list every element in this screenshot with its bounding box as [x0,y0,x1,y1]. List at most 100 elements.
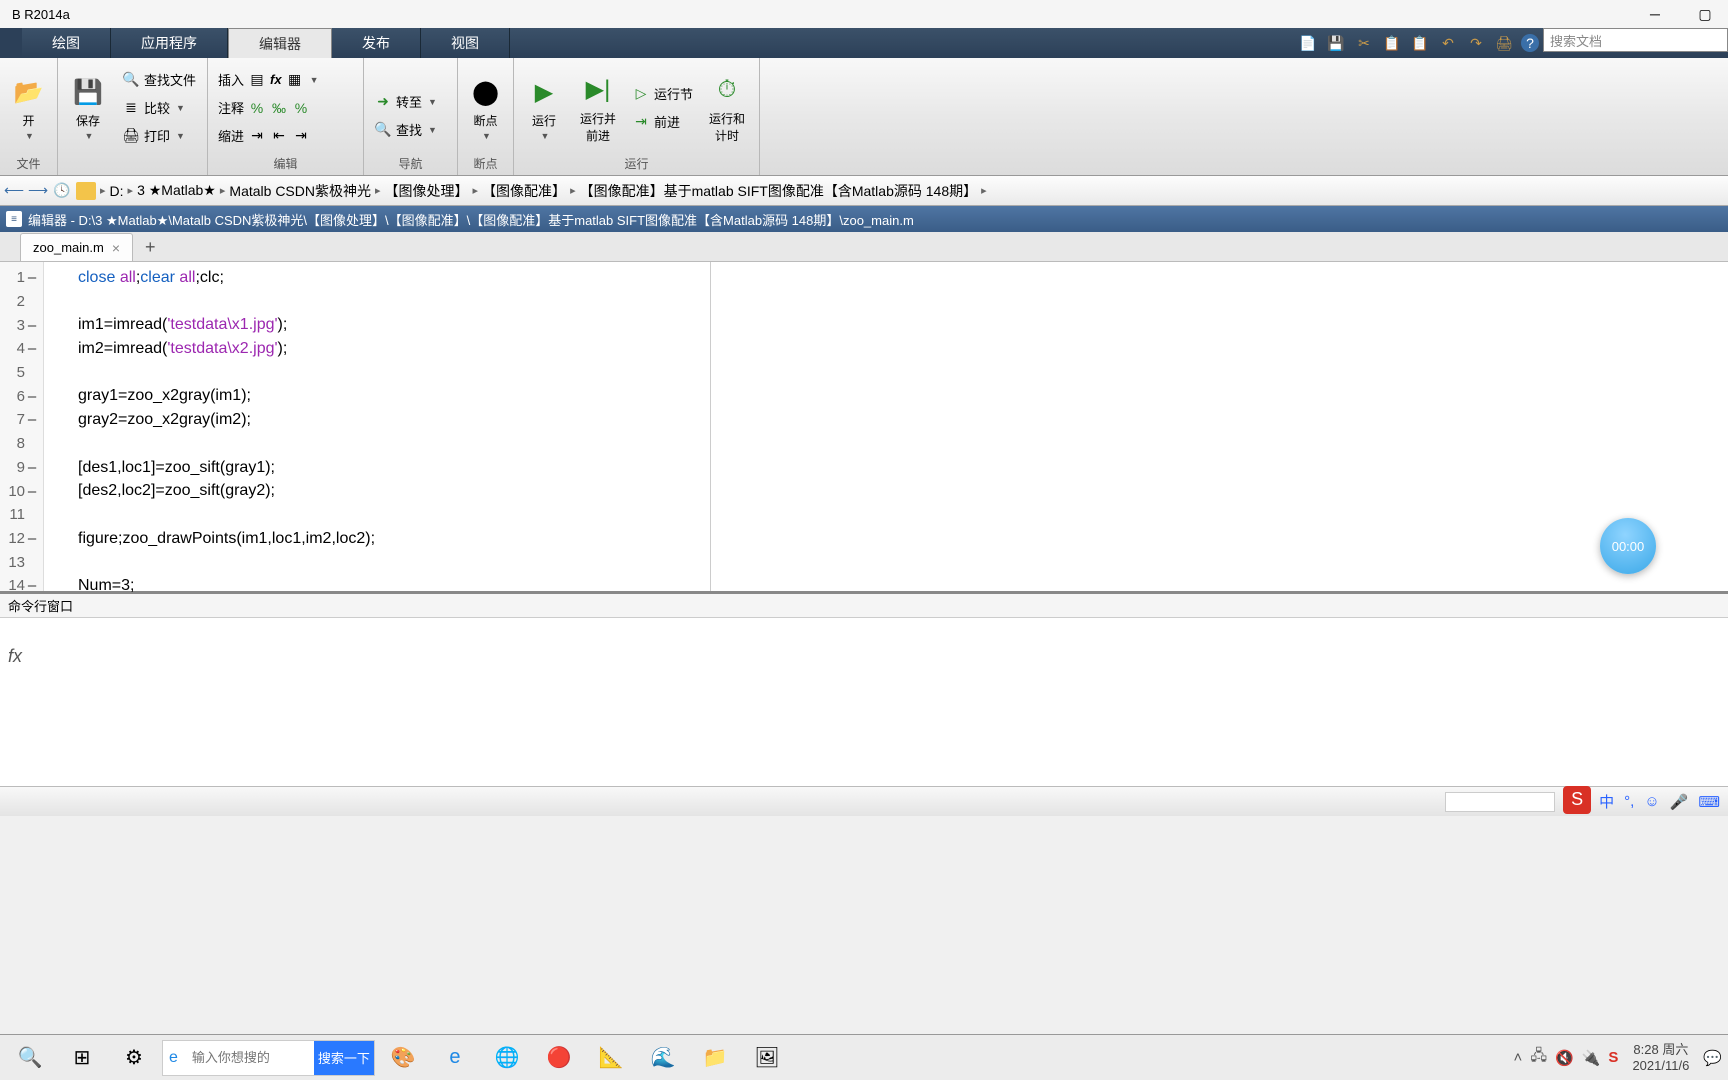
new-tab-button[interactable]: + [133,233,168,261]
find-button[interactable]: 🔍查找▼ [370,118,441,142]
code-line[interactable]: figure;zoo_drawPoints(im1,loc1,im2,loc2)… [78,527,1728,551]
ime-mic-icon[interactable]: 🎤 [1670,793,1689,811]
command-window[interactable]: fx [0,618,1728,786]
print-button[interactable]: 🖨打印▼ [118,124,200,148]
run-time-icon: ⏱ [709,72,745,108]
insert-button[interactable]: 插入 ▤ fx ▦▼ [214,68,323,92]
ime-keyboard-icon[interactable]: ⌨ [1698,793,1720,811]
photos-icon[interactable]: 🖼 [743,1038,791,1078]
history-button[interactable]: 🕓 [52,181,72,201]
indent-button[interactable]: 缩进 ⇥ ⇤ ⇥ [214,124,323,148]
ime-lang[interactable]: 中 [1599,791,1614,812]
run-section-button[interactable]: ▷运行节 [628,82,697,106]
file-tab-active[interactable]: zoo_main.m × [20,233,133,261]
code-line[interactable]: im1=imread('testdata\x1.jpg'); [78,313,1728,337]
code-line[interactable] [78,503,1728,527]
help-icon[interactable]: ? [1521,34,1539,52]
file-explorer-icon[interactable]: 📁 [691,1038,739,1078]
find-files-button[interactable]: 🔍查找文件 [118,68,200,92]
run-time-button[interactable]: ⏱ 运行和 计时 [701,68,753,148]
run-advance-button[interactable]: ▶| 运行并 前进 [572,68,624,148]
redo-icon[interactable]: ↷ [1465,32,1487,54]
code-line[interactable]: gray1=zoo_x2gray(im1); [78,384,1728,408]
tray-chevron-icon[interactable]: ˄ [1514,1049,1523,1066]
notifications-icon[interactable]: 💬 [1703,1049,1722,1067]
tab-view[interactable]: 视图 [421,28,510,58]
find-files-icon: 🔍 [122,71,140,89]
compare-button[interactable]: ≣比较▼ [118,96,200,120]
taskbar-clock[interactable]: 8:28 周六 2021/11/6 [1626,1042,1695,1073]
obs-icon[interactable]: ⚙ [110,1038,158,1078]
crumb-2[interactable]: Matalb CSDN紫极神光 [229,181,371,201]
tray-network-icon[interactable]: 🖧 [1530,1045,1547,1070]
crumb-drive[interactable]: D: [110,183,124,199]
comment-button[interactable]: 注释 % ‰ % [214,96,323,120]
start-search-icon[interactable]: 🔍 [6,1038,54,1078]
tab-publish[interactable]: 发布 [332,28,421,58]
advance-button[interactable]: ⇥前进 [628,110,697,134]
print-icon[interactable]: 🖨 [1493,32,1515,54]
app-icon-1[interactable]: 🎨 [379,1038,427,1078]
code-line[interactable]: close all;clear all;clc; [78,266,1728,290]
ime-badge[interactable]: S [1563,786,1591,814]
save-label: 保存 [76,112,100,129]
tray-ime-icon[interactable]: S [1608,1049,1618,1066]
code-line[interactable]: [des1,loc1]=zoo_sift(gray1); [78,456,1728,480]
task-view-icon[interactable]: ⊞ [58,1038,106,1078]
code-line[interactable] [78,550,1728,574]
edge-icon[interactable]: 🌐 [483,1038,531,1078]
code-line[interactable]: Num=3; [78,574,1728,598]
breakpoint-icon: ⬤ [468,74,504,110]
code-line[interactable] [78,361,1728,385]
ime-punct-icon[interactable]: °, [1624,793,1634,810]
maximize-button[interactable]: ▢ [1690,6,1720,23]
taskbar-search-button[interactable]: 搜索一下 [314,1041,374,1075]
ime-emoji-icon[interactable]: ☺ [1644,793,1659,810]
close-tab-icon[interactable]: × [112,240,120,256]
matlab-icon[interactable]: 📐 [587,1038,635,1078]
search-docs-input[interactable]: 搜索文档 [1543,28,1728,52]
open-button[interactable]: 📂 开 ▼ [4,68,53,148]
minimize-button[interactable]: ─ [1640,6,1670,23]
tab-apps[interactable]: 应用程序 [111,28,228,58]
crumb-5[interactable]: 【图像配准】基于matlab SIFT图像配准【含Matlab源码 148期】 [580,181,978,201]
tray-battery-icon[interactable]: 🔌 [1582,1049,1601,1067]
crumb-1[interactable]: 3 ★Matlab★ [137,182,216,199]
titlebar: B R2014a ─ ▢ [0,0,1728,28]
tab-editor[interactable]: 编辑器 [228,28,332,58]
code-line[interactable]: im2=imread('testdata\x2.jpg'); [78,337,1728,361]
taskbar-search[interactable]: e 搜索一下 [162,1040,375,1076]
run-button[interactable]: ▶ 运行 ▼ [518,68,570,148]
code-line[interactable]: [des2,loc2]=zoo_sift(gray2); [78,479,1728,503]
breakpoints-button[interactable]: ⬤ 断点 ▼ [462,68,509,148]
chrome-icon[interactable]: 🔴 [535,1038,583,1078]
save-button[interactable]: 💾 保存 ▼ [62,68,114,148]
file-tab-label: zoo_main.m [33,240,104,255]
crumb-4[interactable]: 【图像配准】 [482,181,566,201]
code-line[interactable]: gray2=zoo_x2gray(im2); [78,408,1728,432]
forward-button[interactable]: ⟶ [28,181,48,201]
edge-legacy-icon[interactable]: e [431,1038,479,1078]
code-line[interactable] [78,432,1728,456]
play-icon: ▶ [526,74,562,110]
screen-recorder-timer[interactable]: 00:00 [1600,518,1656,574]
crumb-3[interactable]: 【图像处理】 [385,181,469,201]
paste-icon[interactable]: 📋 [1409,32,1431,54]
tray-volume-icon[interactable]: 🔇 [1555,1049,1574,1067]
open-folder-icon: 📂 [11,74,47,110]
copy-icon[interactable]: 📋 [1381,32,1403,54]
taskbar-search-input[interactable] [184,1050,314,1065]
save-icon[interactable]: 💾 [1325,32,1347,54]
back-button[interactable]: ⟵ [4,181,24,201]
code-content[interactable]: close all;clear all;clc; im1=imread('test… [44,262,1728,591]
code-editor[interactable]: 1–23–4–56–7–89–10–1112–1314– close all;c… [0,262,1728,594]
undo-icon[interactable]: ↶ [1437,32,1459,54]
cut-icon[interactable]: ✂ [1353,32,1375,54]
tab-plot[interactable]: 绘图 [22,28,111,58]
app-icon-2[interactable]: 🌊 [639,1038,687,1078]
chevron-down-icon: ▼ [85,131,94,141]
shortcut-icon[interactable]: 📄 [1297,32,1319,54]
goto-button[interactable]: ➜转至▼ [370,90,441,114]
code-line[interactable] [78,290,1728,314]
status-field [1445,792,1555,812]
